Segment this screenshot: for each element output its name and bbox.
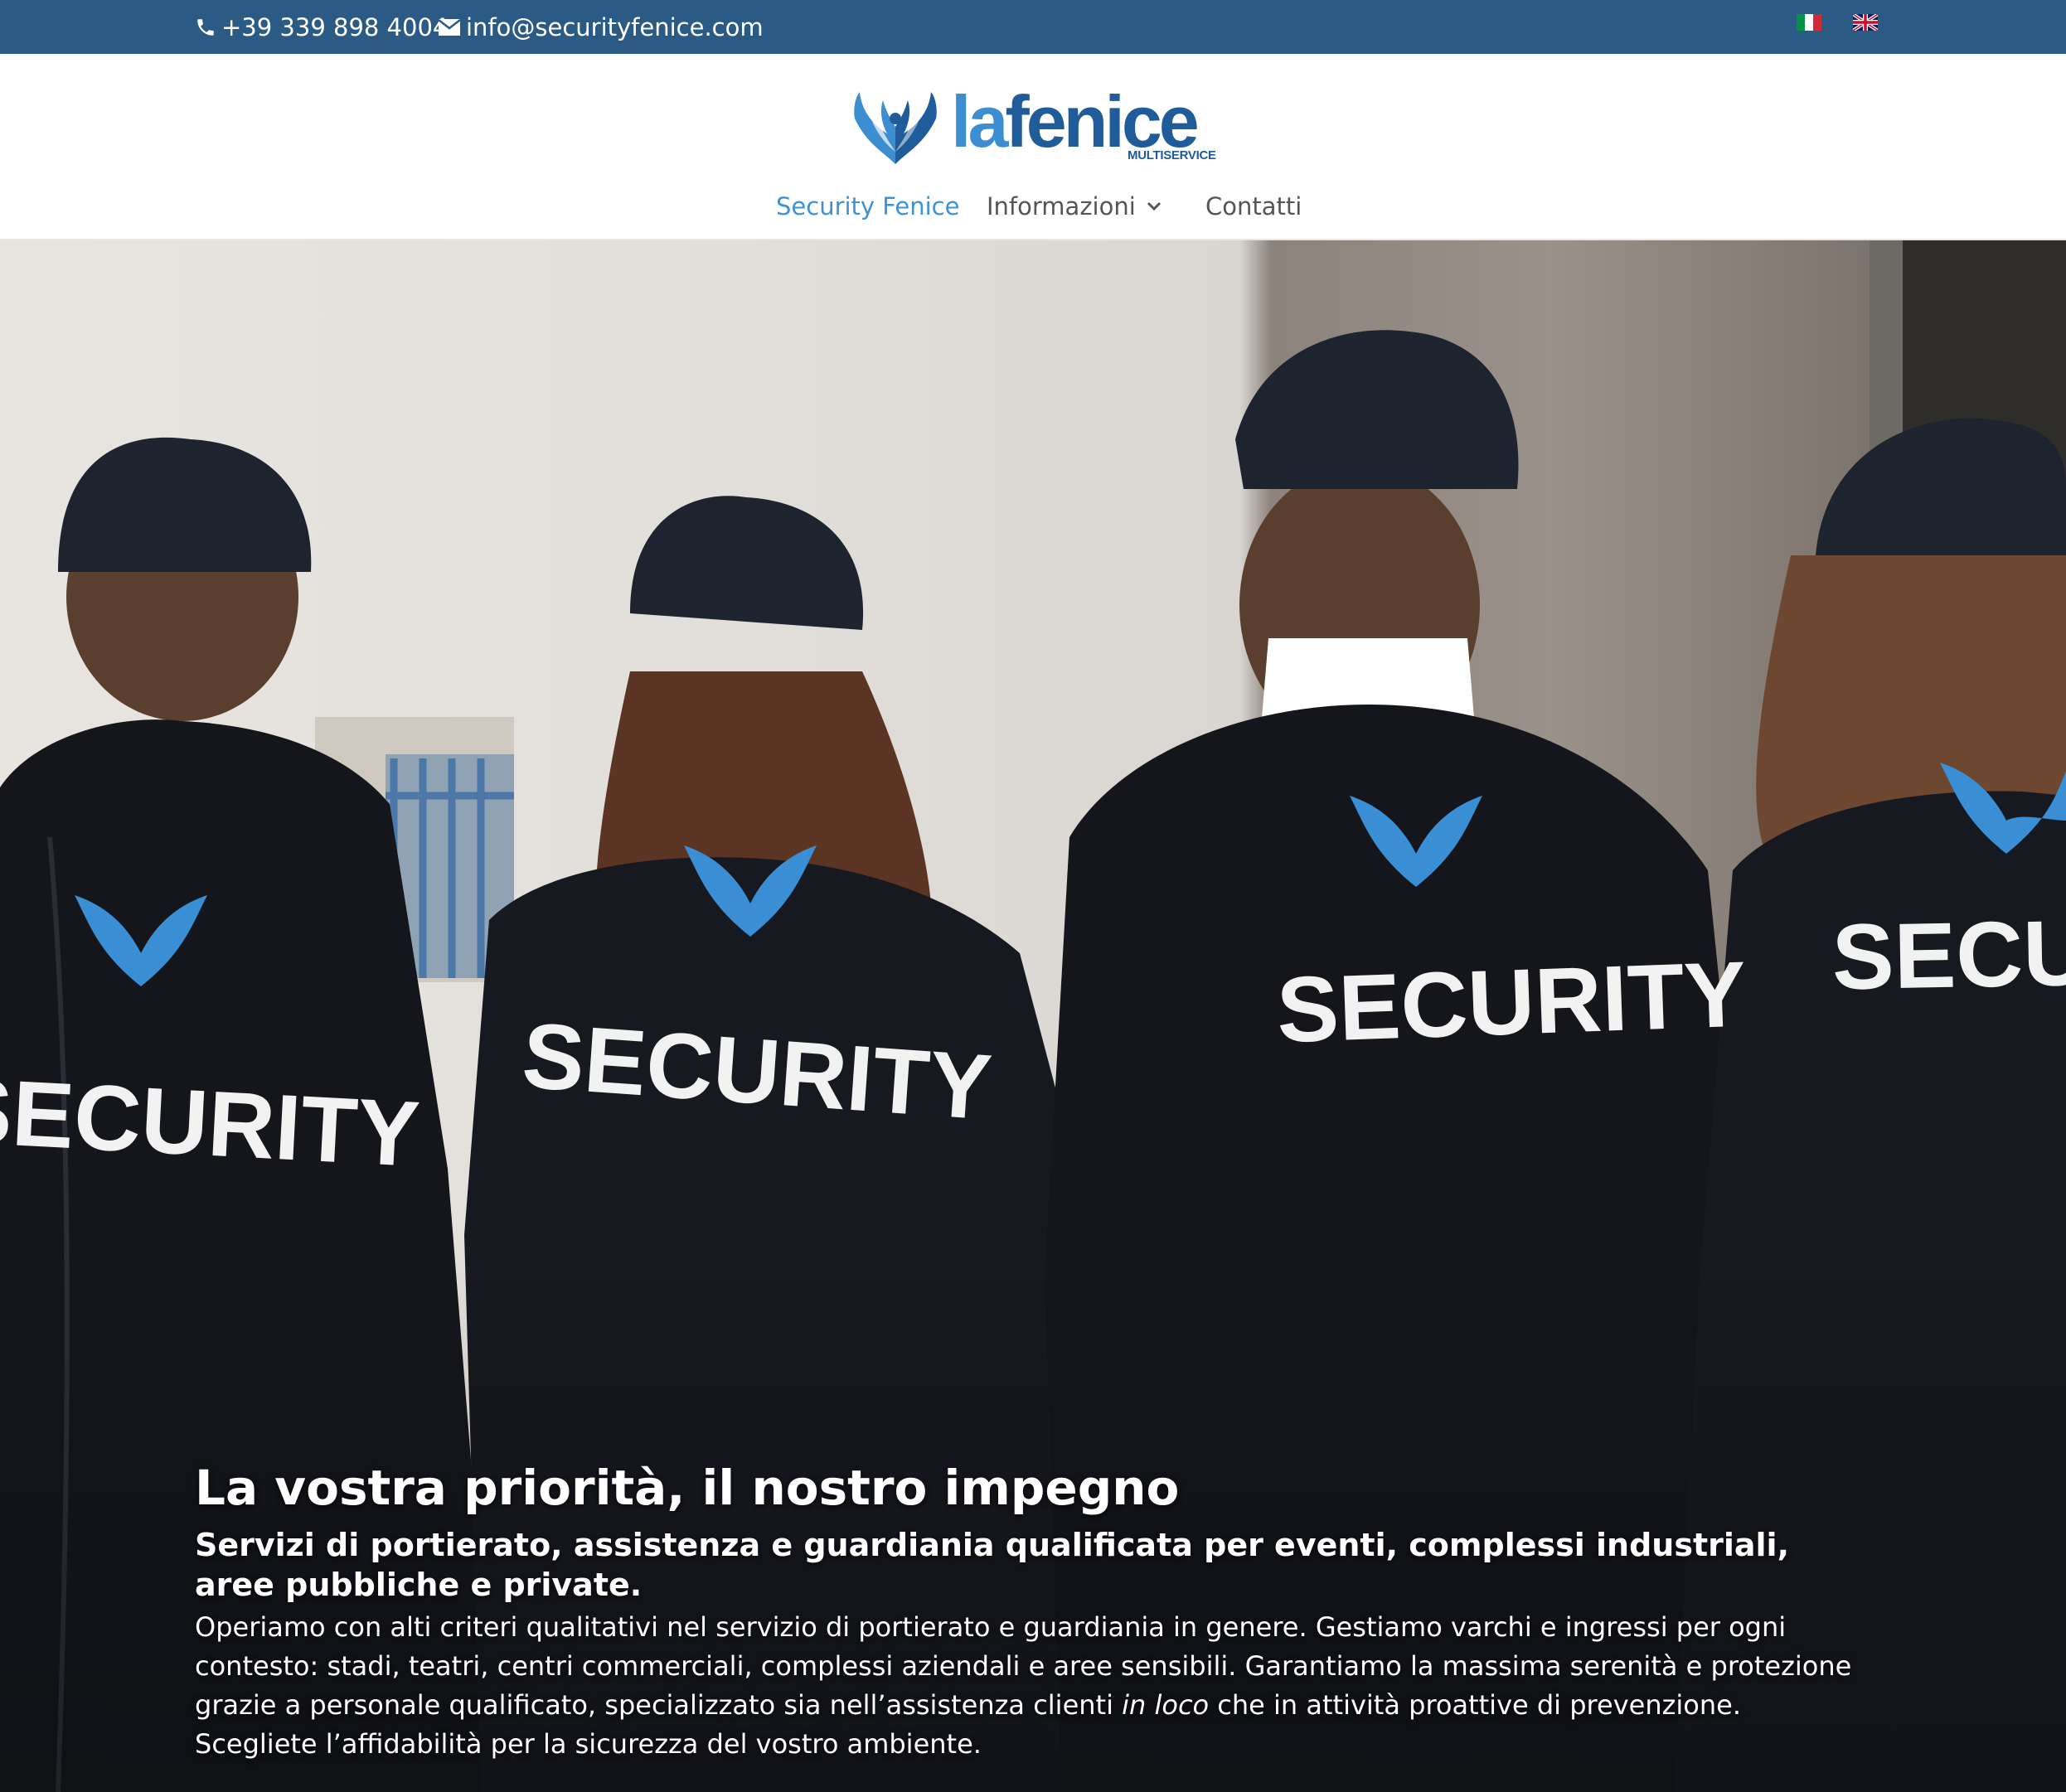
phone-icon	[197, 18, 214, 36]
logo-wordmark: lafenice	[951, 85, 1200, 158]
top-bar: +39 339 898 4004 info@securityfenice.com	[0, 0, 2066, 54]
nav-item-label: Contatti	[1205, 192, 1302, 220]
italy-flag-icon[interactable]	[1797, 14, 1821, 31]
nav-item-label: Informazioni	[987, 192, 1136, 220]
hero-body-emphasis: in loco	[1122, 1689, 1210, 1721]
nav-item-informazioni[interactable]: Informazioni	[987, 192, 1162, 220]
nav-item-label: Security Fenice	[776, 192, 960, 220]
uk-flag-icon[interactable]	[1853, 14, 1878, 31]
hero-section: SECURITY SECURITY SECURITY SECURITY La v…	[0, 240, 2066, 1792]
chevron-down-icon	[1147, 201, 1161, 211]
logo-word-la: la	[951, 80, 1008, 162]
hero-body-text: Operiamo con alti criteri qualitativi ne…	[195, 1608, 1861, 1764]
hero-title: La vostra priorità, il nostro impegno	[195, 1460, 1180, 1516]
site-logo[interactable]: lafenice MULTISERVICE	[850, 85, 1231, 168]
jacket-text: SECURITY	[1831, 897, 2066, 1009]
nav-item-contatti[interactable]: Contatti	[1205, 192, 1302, 220]
logo-subtitle: MULTISERVICE	[1128, 148, 1216, 162]
jacket-text: SECURITY	[1275, 942, 1748, 1063]
email-link[interactable]: info@securityfenice.com	[438, 0, 764, 54]
hero-subtitle: Servizi di portierato, assistenza e guar…	[195, 1527, 1790, 1603]
phone-number: +39 339 898 4004	[221, 12, 449, 41]
envelope-icon	[438, 18, 461, 36]
site-header: lafenice MULTISERVICE Security Fenice In…	[0, 54, 2066, 240]
email-address: info@securityfenice.com	[466, 12, 764, 41]
phoenix-logo-icon	[854, 92, 937, 164]
nav-item-security-fenice[interactable]: Security Fenice	[776, 192, 959, 220]
phone-link[interactable]: +39 339 898 4004	[195, 0, 448, 54]
